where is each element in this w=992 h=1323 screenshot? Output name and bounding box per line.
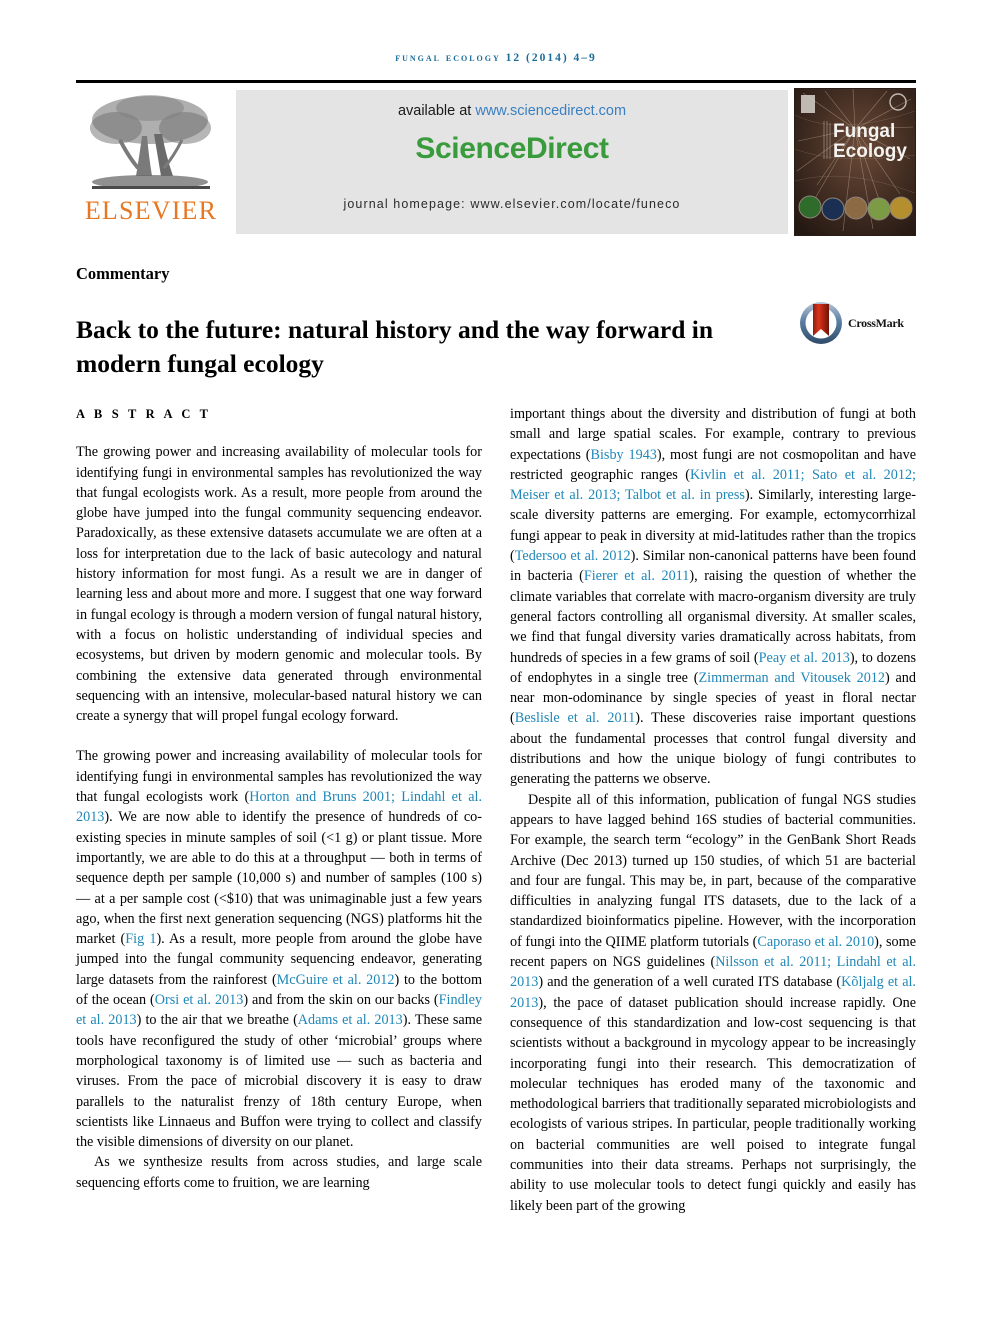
available-at-label: available at <box>397 103 476 119</box>
citation-link[interactable]: Orsi et al. 2013 <box>155 992 244 1008</box>
crossmark-badge[interactable]: CrossMark <box>798 300 906 348</box>
sciencedirect-logo[interactable]: ScienceDirect <box>236 132 788 166</box>
running-head: FUNGAL ECOLOGY 12 (2014) 4–9 <box>395 52 597 64</box>
right-column: important things about the diversity and… <box>510 404 916 1216</box>
sciencedirect-panel: available at www.sciencedirect.com Scien… <box>236 90 788 234</box>
page-title: Back to the future: natural history and … <box>76 315 714 379</box>
citation-link[interactable]: Peay et al. 2013 <box>759 650 850 666</box>
left-column: A B S T R A C T The growing power and in… <box>76 404 482 1193</box>
body-paragraph-4: Despite all of this information, publica… <box>510 790 916 1216</box>
figure-link[interactable]: Fig 1 <box>125 931 156 947</box>
body-paragraph-3: important things about the diversity and… <box>510 404 916 790</box>
available-at-line: available at www.sciencedirect.com <box>236 103 788 119</box>
text-run: ) and from the skin on our backs ( <box>243 992 439 1009</box>
text-run: ). These same tools have reconfigured th… <box>76 1012 483 1151</box>
elsevier-logo: ELSEVIER <box>76 88 228 236</box>
crossmark-label: CrossMark <box>848 316 904 330</box>
article-type-label: Commentary <box>76 264 170 283</box>
journal-masthead: ELSEVIER available at www.sciencedirect.… <box>76 88 916 236</box>
citation-link[interactable]: Zimmerman and Vitousek 2012 <box>698 670 885 686</box>
cover-title-line1: Fungal <box>833 121 895 142</box>
header-rule <box>76 80 916 83</box>
elsevier-tree-icon <box>80 90 222 196</box>
elsevier-wordmark: ELSEVIER <box>84 196 218 225</box>
citation-link[interactable]: Fierer et al. 2011 <box>584 568 690 584</box>
journal-cover-thumbnail[interactable]: Fungal Ecology <box>794 88 916 236</box>
abstract-heading: A B S T R A C T <box>76 407 212 421</box>
article-page: FUNGAL ECOLOGY 12 (2014) 4–9 <box>0 0 992 1323</box>
crossmark-icon <box>798 300 844 346</box>
citation-link[interactable]: McGuire et al. 2012 <box>277 972 395 988</box>
body-paragraph-1: The growing power and increasing availab… <box>76 746 482 1152</box>
cover-title-line2: Ecology <box>833 141 907 162</box>
text-run: ), the pace of dataset publication shoul… <box>510 994 916 1214</box>
text-run: ). We are now able to identify the prese… <box>76 809 482 948</box>
citation-link[interactable]: Tedersoo et al. 2012 <box>515 548 631 564</box>
sciencedirect-url[interactable]: www.sciencedirect.com <box>475 103 626 119</box>
citation-link[interactable]: Beslisle et al. 2011 <box>515 710 636 726</box>
text-run: Despite all of this information, publica… <box>510 791 916 950</box>
journal-homepage-link[interactable]: journal homepage: www.elsevier.com/locat… <box>236 197 788 211</box>
abstract-body: The growing power and increasing availab… <box>76 444 482 725</box>
citation-link[interactable]: Caporaso et al. 2010 <box>757 934 874 950</box>
citation-link[interactable]: Bisby 1943 <box>591 447 657 463</box>
text-run: ) to the air that we breathe ( <box>136 1012 298 1029</box>
body-paragraph-2: As we synthesize results from across stu… <box>76 1154 482 1191</box>
citation-link[interactable]: Adams et al. 2013 <box>298 1012 403 1028</box>
text-run: ) and the generation of a well curated I… <box>538 974 842 991</box>
